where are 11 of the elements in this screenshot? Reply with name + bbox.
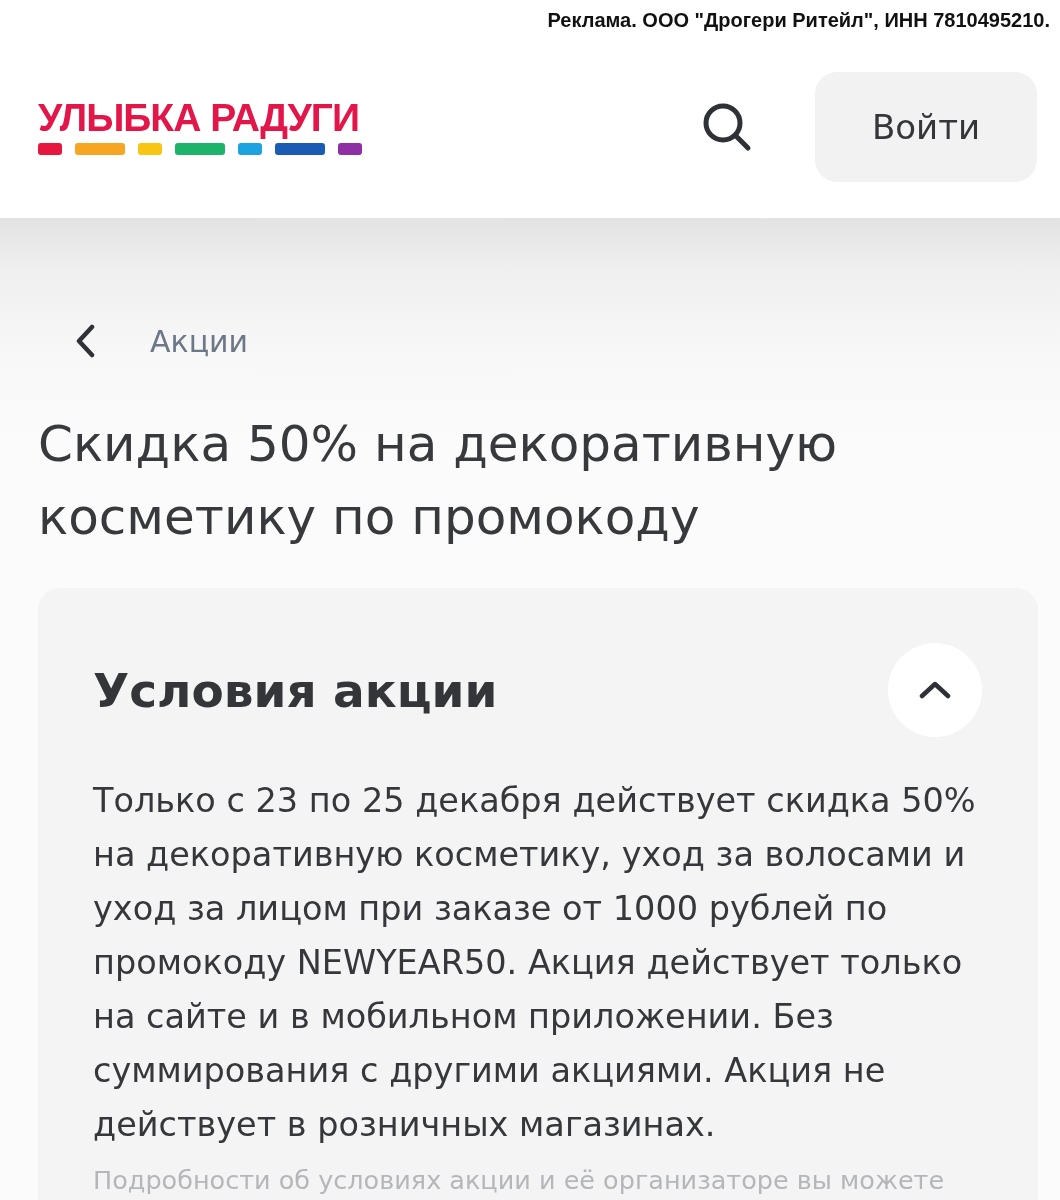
conditions-text: Только с 23 по 25 декабря действует скидка 50% на декоративную косметику, уход за волосами и уход за лицом при заказе от 1000 рублей по промокоду NEWYEAR50. Акция действует только на сайте и в мобильном приложении. Без суммирования с другими акциями. Акция не действует в розничных магазинах. <box>93 780 977 1146</box>
chevron-up-icon <box>919 681 951 699</box>
section-heading: Условия акции <box>93 662 498 718</box>
search-icon[interactable] <box>702 102 752 152</box>
page-title: Скидка 50% на декоративную косметику по промокоду <box>38 414 839 548</box>
details-note: Подробности об условиях акции и её организаторе вы можете <box>93 1164 946 1196</box>
back-chevron-icon[interactable] <box>75 324 95 358</box>
login-button[interactable]: Войти <box>815 72 1037 182</box>
ad-notice: Реклама. ООО "Дрогери Ритейл", ИНН 7810495210. <box>547 8 1050 32</box>
breadcrumb-link[interactable]: Акции <box>150 323 249 359</box>
logo-text: УЛЫБКА РАДУГИ <box>38 99 360 137</box>
